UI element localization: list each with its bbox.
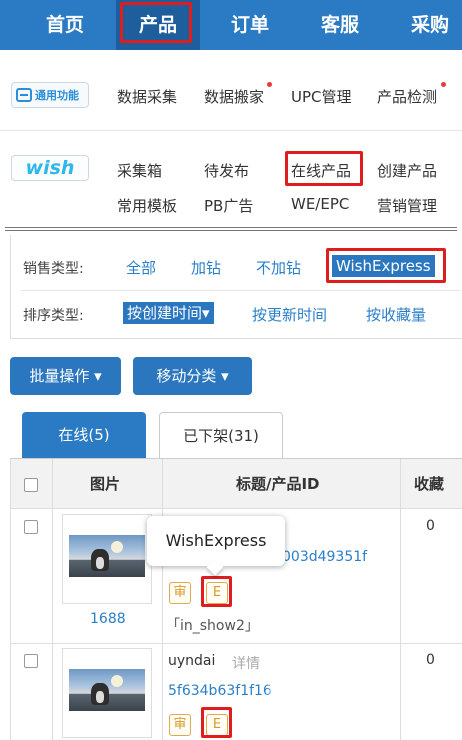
favorites-count: 0 <box>426 518 435 534</box>
thumbnail-sun <box>111 675 123 687</box>
sales-type-label: 销售类型: <box>23 261 84 277</box>
source-1688-link[interactable]: 1688 <box>90 611 126 627</box>
filter-option-all[interactable]: 全部 <box>126 257 156 278</box>
tab-online[interactable]: 在线(5) <box>22 412 146 458</box>
move-category-button[interactable]: 移动分类 ▾ <box>133 357 252 395</box>
tv-icon <box>16 88 32 102</box>
thumbnail-dog <box>91 683 109 705</box>
thumbnail-dog <box>91 549 109 571</box>
blurred-text <box>270 680 362 700</box>
row-separator <box>10 643 462 644</box>
product-title: uyndai <box>168 653 216 669</box>
nav-home[interactable]: 首页 <box>30 0 100 50</box>
section-divider <box>0 130 462 131</box>
table-left-border <box>10 459 11 740</box>
general-functions-logo-text: 通用功能 <box>35 89 79 102</box>
nav-purchasing[interactable]: 采购 <box>398 0 462 50</box>
column-divider <box>400 459 401 740</box>
favorites-count: 0 <box>426 652 435 668</box>
link-upc-management[interactable]: UPC管理 <box>291 86 352 107</box>
tab-delisted[interactable]: 已下架(31) <box>159 412 283 458</box>
row-checkbox[interactable] <box>24 520 38 534</box>
row-checkbox[interactable] <box>24 654 38 668</box>
product-thumbnail[interactable] <box>62 514 152 604</box>
column-divider <box>52 459 53 740</box>
audit-badge: 审 <box>169 714 191 736</box>
sort-favorites[interactable]: 按收藏量 <box>366 304 426 325</box>
section-double-divider <box>5 227 457 231</box>
product-tag: 「in_show2」 <box>166 618 259 634</box>
batch-operation-button[interactable]: 批量操作 ▾ <box>10 357 121 395</box>
nav-customer-service[interactable]: 客服 <box>305 0 375 50</box>
link-product-check[interactable]: 产品检测 <box>377 86 437 107</box>
sort-updated-time[interactable]: 按更新时间 <box>252 304 327 325</box>
filter-option-diamond[interactable]: 加钻 <box>191 257 221 278</box>
link-common-templates[interactable]: 常用模板 <box>117 195 177 216</box>
notification-dot <box>267 82 272 87</box>
product-detail-link[interactable]: 详情 <box>232 653 260 673</box>
link-marketing[interactable]: 营销管理 <box>377 195 437 216</box>
product-id-link[interactable]: 003d49351f <box>282 549 367 565</box>
link-data-migration[interactable]: 数据搬家 <box>204 86 264 107</box>
link-data-collection[interactable]: 数据采集 <box>117 86 177 107</box>
header-title-id: 标题/产品ID <box>236 475 320 493</box>
sort-created-time-select[interactable]: 按创建时间▾ <box>123 302 214 324</box>
audit-badge: 审 <box>169 582 191 604</box>
link-create-product[interactable]: 创建产品 <box>377 160 437 181</box>
header-favorites: 收藏 <box>414 475 445 493</box>
product-thumbnail[interactable] <box>62 648 152 738</box>
link-pb-ads[interactable]: PB广告 <box>204 195 253 216</box>
wish-logo: wish <box>11 155 89 181</box>
link-pending-publish[interactable]: 待发布 <box>204 160 249 181</box>
select-all-checkbox[interactable] <box>24 478 38 492</box>
product-id-link[interactable]: 5f634b63f1f16 <box>168 683 272 699</box>
sort-selected-label: 按创建时间 <box>127 304 203 322</box>
link-collection-box[interactable]: 采集箱 <box>117 160 162 181</box>
nav-products[interactable]: 产品 <box>116 0 200 50</box>
wishexpress-tooltip: WishExpress <box>147 516 285 566</box>
filter-divider <box>21 290 461 291</box>
top-nav: 首页 产品 订单 客服 采购 <box>0 0 462 50</box>
table-header: 图片 标题/产品ID 收藏 <box>10 459 462 509</box>
filter-panel: 销售类型: 全部 加钻 不加钻 WishExpress 排序类型: 按创建时间▾… <box>10 235 462 339</box>
wishexpress-badge[interactable]: E <box>206 714 228 736</box>
wishexpress-badge[interactable]: E <box>206 582 228 604</box>
link-online-products[interactable]: 在线产品 <box>291 160 351 181</box>
filter-option-wishexpress[interactable]: WishExpress <box>332 255 435 277</box>
column-divider <box>162 459 163 740</box>
notification-dot <box>441 82 446 87</box>
link-we-epc[interactable]: WE/EPC <box>291 195 349 213</box>
caret-down-icon: ▾ <box>202 304 210 322</box>
header-image: 图片 <box>90 475 121 493</box>
sort-type-label: 排序类型: <box>23 308 84 324</box>
thumbnail-sun <box>111 541 123 553</box>
filter-option-no-diamond[interactable]: 不加钻 <box>256 257 301 278</box>
general-functions-logo: 通用功能 <box>11 82 89 108</box>
nav-orders[interactable]: 订单 <box>215 0 285 50</box>
